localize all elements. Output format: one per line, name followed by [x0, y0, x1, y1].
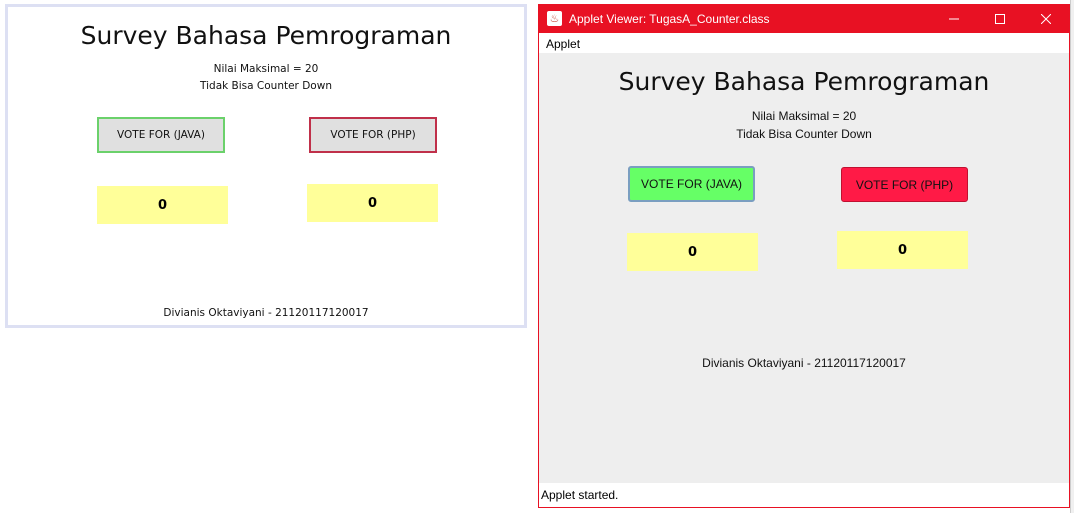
design-preview-panel: Survey Bahasa Pemrograman Nilai Maksimal… [5, 4, 527, 328]
applet-viewer-window: ♨ Applet Viewer: TugasA_Counter.class Ap… [538, 4, 1070, 508]
preview-max-value-label: Nilai Maksimal = 20 [213, 63, 319, 75]
vote-php-button[interactable]: VOTE FOR (PHP) [841, 167, 968, 202]
preview-title: Survey Bahasa Pemrograman [80, 21, 452, 50]
no-countdown-label: Tidak Bisa Counter Down [736, 127, 872, 141]
minimize-icon[interactable] [931, 5, 977, 33]
applet-content: Survey Bahasa Pemrograman Nilai Maksimal… [539, 53, 1069, 483]
preview-php-counter: 0 [307, 184, 438, 222]
title-bar[interactable]: ♨ Applet Viewer: TugasA_Counter.class [539, 5, 1069, 33]
window-title: Applet Viewer: TugasA_Counter.class [569, 12, 770, 26]
menu-bar: Applet [539, 33, 1069, 53]
status-bar: Applet started. [539, 483, 1069, 507]
preview-java-counter: 0 [97, 186, 228, 224]
preview-no-countdown-label: Tidak Bisa Counter Down [200, 80, 332, 92]
vote-java-button[interactable]: VOTE FOR (JAVA) [628, 166, 755, 202]
php-counter: 0 [837, 231, 968, 269]
java-counter: 0 [627, 233, 758, 271]
max-value-label: Nilai Maksimal = 20 [751, 109, 857, 123]
background-window-edge [1070, 0, 1074, 513]
preview-vote-java-button[interactable]: VOTE FOR (JAVA) [97, 117, 225, 153]
applet-title: Survey Bahasa Pemrograman [618, 67, 990, 96]
status-text: Applet started. [541, 488, 619, 502]
java-app-icon: ♨ [547, 11, 562, 26]
maximize-icon[interactable] [977, 5, 1023, 33]
preview-author-label: Divianis Oktaviyani - 21120117120017 [163, 307, 369, 319]
menu-applet[interactable]: Applet [546, 37, 580, 51]
author-label: Divianis Oktaviyani - 21120117120017 [702, 356, 906, 370]
preview-vote-php-button[interactable]: VOTE FOR (PHP) [309, 117, 437, 153]
close-icon[interactable] [1023, 5, 1069, 33]
